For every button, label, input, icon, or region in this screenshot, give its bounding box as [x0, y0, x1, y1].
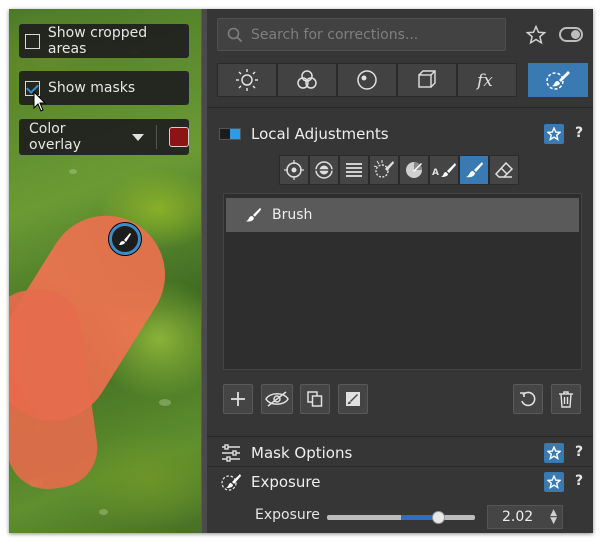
radial-filter-tool[interactable]	[309, 155, 339, 185]
exposure-value-field[interactable]: 2.02 ▲ ▼	[487, 505, 563, 529]
local-adjustments-help-button[interactable]: ?	[575, 125, 583, 141]
star-icon	[547, 127, 561, 141]
star-icon	[547, 446, 561, 460]
image-viewer[interactable]: Show cropped areas Show masks Color over…	[9, 9, 201, 533]
search-input[interactable]	[251, 26, 501, 43]
overlay-color-swatch[interactable]	[169, 127, 190, 147]
local-tools-toolbar: A	[279, 155, 519, 185]
brush-icon	[245, 207, 262, 222]
detail-icon	[357, 70, 377, 90]
plus-icon	[231, 392, 245, 406]
search-box[interactable]	[217, 18, 506, 51]
favorites-star-button[interactable]	[525, 24, 547, 46]
exposure-slider-label: Exposure	[255, 507, 320, 523]
mask-options-header[interactable]: Mask Options ?	[217, 438, 593, 468]
overlay-divider	[156, 125, 158, 149]
tab-light[interactable]	[217, 63, 277, 97]
svg-text:fx: fx	[475, 71, 493, 91]
show-cropped-toggle[interactable]: Show cropped areas	[19, 24, 189, 58]
enable-toggle-icon[interactable]	[219, 128, 241, 140]
panel-toggle-switch[interactable]	[559, 27, 583, 42]
effects-icon: fx	[475, 71, 493, 91]
svg-text:A: A	[432, 168, 439, 178]
color-icon	[297, 70, 317, 89]
mask-item-label: Brush	[272, 207, 313, 223]
overlay-mode-control: Color overlay	[19, 119, 190, 155]
mouse-pointer-icon	[33, 91, 47, 112]
duplicate-mask-button[interactable]	[300, 384, 330, 414]
radial-filter-icon	[315, 161, 333, 179]
local-adjustments-title: Local Adjustments	[251, 125, 389, 143]
hide-mask-button[interactable]	[261, 384, 293, 414]
exposure-help-button[interactable]: ?	[575, 473, 583, 489]
eraser-tool[interactable]	[489, 155, 519, 185]
eyedropper-icon	[406, 162, 422, 178]
auto-mask-icon	[373, 160, 394, 178]
reset-button[interactable]	[513, 384, 543, 414]
exposure-star-button[interactable]	[544, 472, 564, 492]
spinner-icon[interactable]: ▲ ▼	[550, 509, 557, 526]
graduated-filter-tool[interactable]	[339, 155, 369, 185]
mask-options-help-button[interactable]: ?	[575, 444, 583, 460]
overlay-mode-select[interactable]: Color overlay	[29, 121, 120, 153]
eraser-icon	[494, 161, 514, 178]
exposure-slider[interactable]	[327, 511, 475, 524]
light-icon	[236, 69, 258, 91]
local-adjustments-icon	[221, 474, 241, 491]
app-window: Show cropped areas Show masks Color over…	[9, 9, 593, 533]
control-point-icon	[284, 160, 304, 180]
tab-effects[interactable]: fx	[457, 63, 517, 97]
duplicate-icon	[307, 391, 323, 407]
add-mask-button[interactable]	[223, 384, 253, 414]
mask-options-title: Mask Options	[251, 444, 353, 462]
mask-options-star-button[interactable]	[544, 443, 564, 463]
exposure-header[interactable]: Exposure ?	[217, 467, 593, 497]
exposure-slider-thumb[interactable]	[431, 511, 445, 524]
brush-icon	[466, 162, 483, 178]
tab-geometry[interactable]	[397, 63, 457, 97]
tab-detail[interactable]	[337, 63, 397, 97]
auto-brush-icon: A	[432, 163, 456, 178]
mask-list: Brush	[223, 193, 582, 370]
geometry-icon	[418, 70, 436, 88]
local-adjustments-star-button[interactable]	[544, 124, 564, 144]
palette-tabs: fx	[217, 63, 588, 97]
tab-local-adjustments[interactable]	[528, 63, 588, 97]
graduated-filter-icon	[346, 163, 362, 177]
local-adjustments-header[interactable]: Local Adjustments ?	[217, 119, 593, 149]
exposure-slider-row: Exposure 2.02 ▲ ▼	[207, 501, 593, 531]
delete-mask-button[interactable]	[551, 384, 581, 414]
exposure-title: Exposure	[251, 473, 321, 491]
auto-mask-tool[interactable]	[369, 155, 399, 185]
tab-color[interactable]	[277, 63, 337, 97]
brush-icon	[119, 233, 131, 245]
auto-brush-tool[interactable]: A	[429, 155, 459, 185]
undo-icon	[520, 391, 536, 407]
show-cropped-checkbox[interactable]	[25, 33, 40, 49]
eyedropper-tool[interactable]	[399, 155, 429, 185]
list-item[interactable]: Brush	[226, 198, 579, 232]
invert-mask-button[interactable]	[338, 384, 368, 414]
control-point-tool[interactable]	[279, 155, 309, 185]
eye-hidden-icon	[265, 391, 289, 407]
brush-tool[interactable]	[459, 155, 489, 185]
show-masks-label: Show masks	[48, 80, 136, 96]
chevron-down-icon[interactable]	[132, 133, 145, 141]
corrections-panel: fx Local Adjustments	[207, 9, 593, 533]
sliders-icon	[222, 444, 240, 462]
invert-mask-icon	[346, 392, 360, 406]
exposure-value: 2.02	[502, 509, 534, 525]
show-cropped-label: Show cropped areas	[47, 25, 148, 57]
trash-icon	[559, 391, 573, 408]
star-icon	[526, 25, 546, 45]
brush-cursor[interactable]	[109, 223, 141, 255]
local-adjustments-icon	[546, 71, 570, 90]
star-icon	[547, 475, 561, 489]
search-icon	[227, 27, 243, 42]
